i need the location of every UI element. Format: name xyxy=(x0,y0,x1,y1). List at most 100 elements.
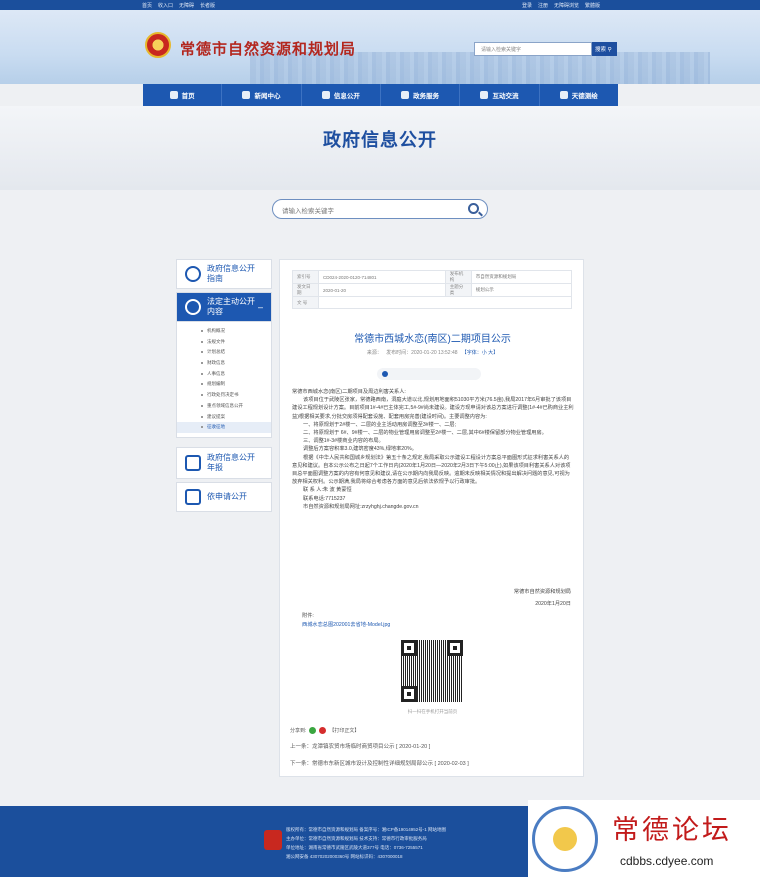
compass-icon xyxy=(185,266,201,282)
play-icon[interactable] xyxy=(382,371,388,377)
chart-icon xyxy=(321,91,330,99)
meta-issuer-value: 市自然资源和规划局 xyxy=(470,270,573,284)
top-link-register[interactable]: 注册 xyxy=(538,2,548,9)
sidebar-subitem-penalty[interactable]: 行政处罚决定书 xyxy=(177,390,271,401)
nav-services[interactable]: 政务服务 xyxy=(381,84,461,106)
nav-home[interactable]: 首页 xyxy=(143,84,223,106)
nav-news-label: 新闻中心 xyxy=(254,93,281,100)
article-body: 常德市西城水恋(南区)二期项目及周边利害关系人: 该项目位于武陵区张家，常德路西… xyxy=(292,388,574,511)
site-title[interactable]: 常德市自然资源和规划局 xyxy=(180,38,356,59)
nav-services-label: 政务服务 xyxy=(413,93,440,100)
footer-row-address: 单位地址：湖南省常德市武陵区武陵大道377号 电话：0736-7255571 xyxy=(286,845,423,850)
prev-article-link[interactable]: 上一条：龙潭镇农贸市场临时商贸项目公示 [ 2020-01-20 ] xyxy=(290,742,430,750)
page-header: 政府信息公开 xyxy=(0,106,760,190)
body-para-9: 联系电话:7715237 xyxy=(303,495,346,502)
forum-logo-icon xyxy=(532,806,598,872)
top-link-elder[interactable]: 长者版 xyxy=(200,2,215,9)
sidebar-subitem-planning[interactable]: 规划编制 xyxy=(177,379,271,390)
wechat-icon[interactable] xyxy=(309,727,317,734)
print-button[interactable]: 【打印正文】 xyxy=(329,727,359,734)
watermark-url: cdbbs.cdyee.com xyxy=(620,854,714,868)
qr-corner xyxy=(447,640,463,656)
sidebar-subitem-personnel[interactable]: 人事信息 xyxy=(177,369,271,380)
qr-code xyxy=(401,640,463,702)
article-info: 来源： 发布时间：2020-01-20 13:52:48 【字体：小 大】 xyxy=(280,349,585,356)
chat-icon xyxy=(480,91,489,99)
nav-news[interactable]: 新闻中心 xyxy=(222,84,302,106)
article-title: 常德市西城水恋(南区)二期项目公示 xyxy=(354,334,511,345)
top-link-entry[interactable]: 收入口 xyxy=(158,2,173,9)
top-link-login[interactable]: 登录 xyxy=(522,2,532,9)
info-search-input[interactable]: 请输入检索关键字 xyxy=(272,199,488,219)
weibo-icon[interactable] xyxy=(319,727,327,734)
top-bar: 首页 收入口 无障碍 长者版 登录 注册 无障碍浏览 繁體版 xyxy=(0,0,760,10)
sidebar-subitem-expropriation[interactable]: 征收征地 xyxy=(177,422,271,433)
header-search-input[interactable]: 请输入检索关键字 xyxy=(474,42,592,56)
body-para-8: 联 系 人:朱 波 黄蒙恒 xyxy=(303,487,352,494)
main-nav: 首页 新闻中心 信息公开 政务服务 互动交流 天德测绘 xyxy=(143,84,618,106)
sidebar-subitem-key-areas[interactable]: 重点领域信息公开 xyxy=(177,401,271,412)
sidebar-subitem-org[interactable]: 机构概况 xyxy=(177,326,271,337)
meta-issuer-label: 发布机构 xyxy=(444,270,472,284)
qr-corner xyxy=(401,640,417,656)
nav-info-open-label: 信息公开 xyxy=(333,93,360,100)
collapse-icon[interactable]: – xyxy=(258,302,263,312)
meta-topic-label: 主题分类 xyxy=(444,283,472,297)
qr-caption: 扫一扫在手机打开当前页 xyxy=(407,709,458,714)
nav-survey[interactable]: 天德测绘 xyxy=(540,84,618,106)
header-search-button[interactable]: 搜索 ⚲ xyxy=(592,42,617,56)
share-bar: 分享到: 【打印正文】 xyxy=(290,727,359,734)
footer-info: 版权所有：常德市自然资源和规划局 备案序号：湘ICP备19014952号-1 网… xyxy=(286,825,446,861)
search-icon[interactable] xyxy=(468,203,479,214)
qr-corner xyxy=(401,686,417,702)
body-para-2: 该项目位于武陵区张家，常德路西南，洞庭大道以北,规划用地面积51030平方米(7… xyxy=(292,397,574,420)
sidebar-subitem-proposals[interactable]: 建议提案 xyxy=(177,412,271,423)
publish-time: 2020-01-20 13:52:48 xyxy=(411,350,458,356)
sign-date: 2020年1月20日 xyxy=(535,601,571,607)
top-link-accessibility[interactable]: 无障碍 xyxy=(179,2,194,9)
list-icon xyxy=(185,299,201,315)
body-para-6: 调整后方案容积率3.0,建筑密度43%,绿地率20%。 xyxy=(303,446,417,453)
audio-player[interactable] xyxy=(377,368,481,380)
sidebar-subitem-finance[interactable]: 财政信息 xyxy=(177,358,271,369)
attachment-link[interactable]: 西城水恋总图202001去省地-Model.jpg xyxy=(302,621,390,628)
meta-date-value: 2020-01-20 xyxy=(318,283,446,297)
share-label: 分享到: xyxy=(290,728,307,734)
info-search-placeholder: 请输入检索关键字 xyxy=(282,208,334,215)
sidebar-item-apply-label: 依申请公开 xyxy=(207,491,247,501)
nav-info-open[interactable]: 信息公开 xyxy=(302,84,381,106)
top-link-barrier-free[interactable]: 无障碍浏览 xyxy=(554,2,579,9)
sign-org: 常德市自然资源和规划局 xyxy=(513,589,571,595)
article-panel: 索引号 CD024-2020-0120-714801 发布机构 市自然资源和规划… xyxy=(279,259,584,777)
sidebar-subitem-regulations[interactable]: 法规文件 xyxy=(177,337,271,348)
watermark-title: 常德论坛 xyxy=(612,815,732,846)
sidebar-item-apply[interactable]: 依申请公开 xyxy=(176,481,272,512)
attachment-label: 附件: xyxy=(302,613,314,619)
sidebar-item-annual[interactable]: 政府信息公开年报 xyxy=(176,446,272,479)
source-label: 来源： xyxy=(366,350,382,356)
sidebar-sublist: 机构概况 法规文件 计划总结 财政信息 人事信息 规划编制 行政处罚决定书 重点… xyxy=(176,322,272,438)
meta-doc-label: 文 号 xyxy=(292,296,319,309)
page-title: 政府信息公开 xyxy=(323,130,437,150)
home-icon xyxy=(169,91,178,99)
publish-label: 发布时间： xyxy=(386,350,412,356)
sidebar-item-statutory[interactable]: 法定主动公开内容 – xyxy=(176,292,272,322)
footer-row-copyright: 版权所有：常德市自然资源和规划局 备案序号：湘ICP备19014952号-1 网… xyxy=(286,827,447,832)
party-badge-icon xyxy=(264,830,282,850)
header-search-button-label: 搜索 xyxy=(595,47,607,53)
meta-index-value: CD024-2020-0120-714801 xyxy=(318,270,446,284)
nav-survey-label: 天德测绘 xyxy=(571,93,598,100)
nav-interaction[interactable]: 互动交流 xyxy=(460,84,540,106)
edit-icon xyxy=(185,488,201,505)
top-link-traditional[interactable]: 繁體版 xyxy=(585,2,600,9)
body-para-7: 根据《中华人民共和国城乡规划法》第五十条之规定,我局采取公示建设工程设计方案总平… xyxy=(292,454,571,486)
sidebar-item-guide[interactable]: 政府信息公开指南 xyxy=(176,259,272,289)
person-icon xyxy=(559,91,568,99)
sidebar-subitem-plans[interactable]: 计划总结 xyxy=(177,347,271,358)
font-size-toggle[interactable]: 【字体：小 大】 xyxy=(462,350,498,356)
sidebar-item-annual-label: 政府信息公开年报 xyxy=(207,452,255,472)
body-para-1: 常德市西城水恋(南区)二期项目及周边利害关系人: xyxy=(292,389,406,395)
next-article-link[interactable]: 下一条：常德市东新区城市设计及控制性详细规划局部公示 [ 2020-02-03 … xyxy=(290,759,469,767)
body-para-10: 市自然资源和规划局网址:zrzyhghj.changde.gov.cn xyxy=(303,503,419,510)
top-link-home[interactable]: 首页 xyxy=(142,2,152,9)
